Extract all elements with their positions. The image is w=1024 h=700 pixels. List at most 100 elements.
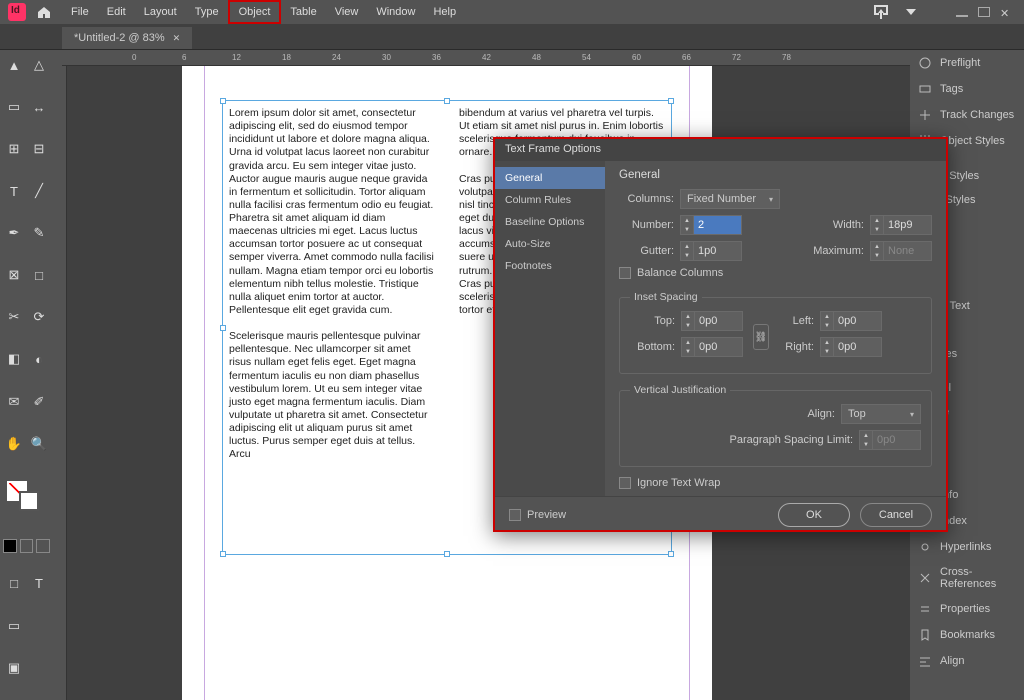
sidebar-item-footnotes[interactable]: Footnotes — [495, 255, 605, 277]
maximum-label: Maximum: — [804, 245, 864, 257]
vertical-ruler — [53, 50, 67, 700]
menu-file[interactable]: File — [62, 2, 98, 22]
paragraph-spacing-limit-input: ▲▼ — [859, 430, 921, 450]
gradient-swatch-tool-icon[interactable]: ◧ — [3, 348, 25, 370]
vjust-legend: Vertical Justification — [630, 384, 730, 396]
frame-handle[interactable] — [444, 551, 450, 557]
scissors-tool-icon[interactable]: ✂ — [3, 306, 25, 328]
workspace-switcher-icon[interactable] — [906, 9, 916, 15]
horizontal-ruler: 0 6 12 18 24 30 36 42 48 54 60 66 72 78 — [62, 50, 910, 66]
share-icon[interactable] — [874, 5, 888, 19]
panel-hyperlinks[interactable]: Hyperlinks — [910, 534, 1024, 560]
document-tab[interactable]: *Untitled-2 @ 83% ✕ — [62, 27, 192, 49]
apply-color-icon[interactable] — [3, 539, 17, 553]
pen-tool-icon[interactable]: ✒ — [3, 222, 25, 244]
text-frame-options-dialog: Text Frame Options General Column Rules … — [493, 137, 948, 532]
zoom-tool-icon[interactable]: 🔍 — [28, 433, 50, 455]
ok-button[interactable]: OK — [778, 503, 850, 527]
cancel-button[interactable]: Cancel — [860, 503, 932, 527]
note-tool-icon[interactable]: ✉ — [3, 391, 25, 413]
panel-cross-references[interactable]: Cross-References — [910, 560, 1024, 596]
rectangle-tool-icon[interactable]: □ — [28, 264, 50, 286]
gutter-input[interactable]: ▲▼ — [680, 241, 742, 261]
menu-table[interactable]: Table — [281, 2, 325, 22]
sidebar-item-general[interactable]: General — [495, 167, 605, 189]
hand-tool-icon[interactable]: ✋ — [3, 433, 25, 455]
restore-button[interactable] — [978, 7, 990, 17]
dialog-title: Text Frame Options — [495, 139, 946, 161]
menu-view[interactable]: View — [326, 2, 368, 22]
width-label: Width: — [822, 219, 864, 231]
preview-view-icon[interactable]: ▣ — [3, 657, 25, 679]
app-logo-icon — [8, 3, 26, 21]
frame-handle[interactable] — [444, 98, 450, 104]
apply-gradient-icon[interactable] — [20, 539, 34, 553]
home-icon[interactable] — [36, 4, 52, 20]
gradient-feather-tool-icon[interactable]: ◐ — [28, 348, 50, 370]
frame-handle[interactable] — [668, 98, 674, 104]
panel-track-changes[interactable]: Track Changes — [910, 102, 1024, 128]
gutter-label: Gutter: — [619, 245, 674, 257]
format-text-icon[interactable]: T — [28, 573, 50, 595]
inset-top-input[interactable]: ▲▼ — [681, 311, 743, 331]
frame-handle[interactable] — [668, 551, 674, 557]
menu-bar: File Edit Layout Type Object Table View … — [0, 0, 1024, 24]
line-tool-icon[interactable]: ╱ — [28, 180, 50, 202]
frame-handle[interactable] — [220, 98, 226, 104]
window-controls: ✕ — [956, 7, 1020, 17]
columns-label: Columns: — [619, 193, 674, 205]
type-tool-icon[interactable]: T — [3, 180, 25, 202]
frame-handle[interactable] — [220, 551, 226, 557]
align-combo[interactable]: Top▾ — [841, 404, 921, 424]
inset-spacing-legend: Inset Spacing — [630, 291, 702, 303]
menu-type[interactable]: Type — [186, 2, 228, 22]
menu-object[interactable]: Object — [228, 0, 282, 24]
eyedropper-tool-icon[interactable]: ✐ — [28, 391, 50, 413]
panel-properties[interactable]: Properties — [910, 596, 1024, 622]
balance-columns-checkbox[interactable]: Balance Columns — [619, 267, 932, 279]
section-heading: General — [619, 169, 932, 181]
text-column-1: Lorem ipsum dolor sit amet, consectetur … — [227, 105, 437, 550]
menu-help[interactable]: Help — [424, 2, 465, 22]
page-tool-icon[interactable]: ▭ — [3, 96, 25, 118]
ignore-text-wrap-checkbox[interactable]: Ignore Text Wrap — [619, 477, 932, 489]
minimize-button[interactable] — [956, 7, 968, 17]
direct-selection-tool-icon[interactable]: △ — [28, 54, 50, 76]
inset-bottom-input[interactable]: ▲▼ — [681, 337, 743, 357]
number-input[interactable]: ▲▼ — [680, 215, 742, 235]
columns-mode-combo[interactable]: Fixed Number▾ — [680, 189, 780, 209]
normal-view-icon[interactable]: ▭ — [3, 615, 25, 637]
gap-tool-icon[interactable]: ↔ — [28, 96, 50, 118]
sidebar-item-baseline-options[interactable]: Baseline Options — [495, 211, 605, 233]
inset-right-input[interactable]: ▲▼ — [820, 337, 882, 357]
panel-tags[interactable]: Tags — [910, 76, 1024, 102]
sidebar-item-column-rules[interactable]: Column Rules — [495, 189, 605, 211]
link-inset-icon[interactable]: ⛓ — [753, 324, 769, 350]
maximum-input: ▲▼ — [870, 241, 932, 261]
panel-bookmarks[interactable]: Bookmarks — [910, 622, 1024, 648]
inset-left-input[interactable]: ▲▼ — [820, 311, 882, 331]
close-tab-icon[interactable]: ✕ — [173, 33, 181, 44]
content-collector-icon[interactable]: ⊞ — [3, 138, 25, 160]
apply-none-icon[interactable] — [36, 539, 50, 553]
number-label: Number: — [619, 219, 674, 231]
menu-window[interactable]: Window — [367, 2, 424, 22]
menu-edit[interactable]: Edit — [98, 2, 135, 22]
selection-tool-icon[interactable]: ▲ — [3, 54, 25, 76]
panel-preflight[interactable]: Preflight — [910, 50, 1024, 76]
document-tab-title: *Untitled-2 @ 83% — [74, 32, 165, 44]
dialog-sidebar: General Column Rules Baseline Options Au… — [495, 161, 605, 496]
rectangle-frame-tool-icon[interactable]: ⊠ — [3, 264, 25, 286]
frame-handle[interactable] — [220, 325, 226, 331]
format-container-icon[interactable]: □ — [3, 573, 25, 595]
pencil-tool-icon[interactable]: ✎ — [28, 222, 50, 244]
close-button[interactable]: ✕ — [1000, 7, 1012, 17]
free-transform-tool-icon[interactable]: ⟳ — [28, 306, 50, 328]
content-placer-icon[interactable]: ⊟ — [28, 138, 50, 160]
fill-stroke-swatch[interactable] — [3, 481, 50, 515]
width-input[interactable]: ▲▼ — [870, 215, 932, 235]
panel-align[interactable]: Align — [910, 648, 1024, 674]
preview-checkbox[interactable]: Preview — [509, 509, 566, 521]
menu-layout[interactable]: Layout — [135, 2, 186, 22]
sidebar-item-auto-size[interactable]: Auto-Size — [495, 233, 605, 255]
